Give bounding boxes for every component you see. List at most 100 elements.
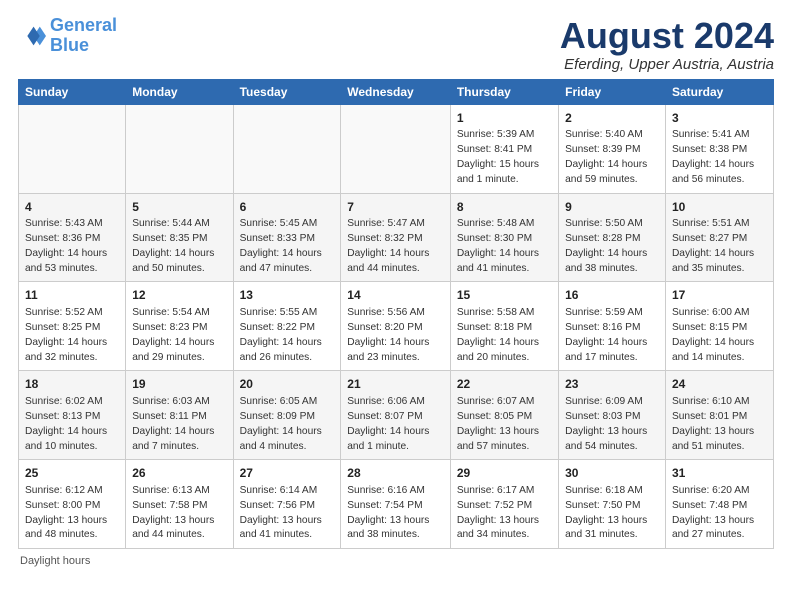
- day-number: 9: [565, 199, 659, 216]
- calendar-cell: 4Sunrise: 5:43 AM Sunset: 8:36 PM Daylig…: [19, 193, 126, 282]
- calendar-body: 1Sunrise: 5:39 AM Sunset: 8:41 PM Daylig…: [19, 104, 774, 549]
- calendar-cell: 24 Sunrise: 6:10 AM Sunset: 8:01 PM Dayli…: [665, 371, 773, 460]
- day-info: Sunrise: 6:05 AM Sunset: 8:09 PM Dayligh…: [240, 395, 335, 454]
- calendar-cell: 13 Sunrise: 5:55 AM Sunset: 8:22 PM Dayli…: [233, 282, 341, 371]
- day-info: Sunrise: 5:59 AM Sunset: 8:16 PM Dayligh…: [565, 306, 659, 365]
- day-info: Sunrise: 5:52 AM Sunset: 8:25 PM Dayligh…: [25, 306, 119, 365]
- page: General Blue August 2024 Eferding, Upper…: [0, 0, 792, 612]
- calendar-week-4: 25Sunrise: 6:12 AM Sunset: 8:00 PM Dayli…: [19, 460, 774, 549]
- calendar-cell: 3Sunrise: 5:41 AM Sunset: 8:38 PM Daylig…: [665, 104, 773, 193]
- day-info: Sunrise: 5:44 AM Sunset: 8:35 PM Dayligh…: [132, 217, 226, 276]
- calendar-cell: 29 Sunrise: 6:17 AM Sunset: 7:52 PM Dayli…: [450, 460, 558, 549]
- logo-blue: Blue: [50, 35, 89, 55]
- calendar-cell: 25Sunrise: 6:12 AM Sunset: 8:00 PM Dayli…: [19, 460, 126, 549]
- calendar-cell: 14 Sunrise: 5:56 AM Sunset: 8:20 PM Dayli…: [341, 282, 451, 371]
- day-info: Sunrise: 5:58 AM Sunset: 8:18 PM Dayligh…: [457, 306, 552, 365]
- day-number: 15: [457, 287, 552, 304]
- calendar-cell: 19Sunrise: 6:03 AM Sunset: 8:11 PM Dayli…: [126, 371, 233, 460]
- day-number: 2: [565, 110, 659, 127]
- day-number: 17: [672, 287, 767, 304]
- day-number: 27: [240, 465, 335, 482]
- calendar-week-1: 4Sunrise: 5:43 AM Sunset: 8:36 PM Daylig…: [19, 193, 774, 282]
- calendar-cell: 31Sunrise: 6:20 AM Sunset: 7:48 PM Dayli…: [665, 460, 773, 549]
- th-sunday: Sunday: [19, 79, 126, 104]
- day-info: Sunrise: 5:51 AM Sunset: 8:27 PM Dayligh…: [672, 217, 767, 276]
- day-info: Sunrise: 5:56 AM Sunset: 8:20 PM Dayligh…: [347, 306, 444, 365]
- day-info: Sunrise: 6:20 AM Sunset: 7:48 PM Dayligh…: [672, 484, 767, 543]
- calendar-cell: 6Sunrise: 5:45 AM Sunset: 8:33 PM Daylig…: [233, 193, 341, 282]
- day-number: 14: [347, 287, 444, 304]
- calendar-cell: 26Sunrise: 6:13 AM Sunset: 7:58 PM Dayli…: [126, 460, 233, 549]
- day-number: 18: [25, 376, 119, 393]
- day-number: 19: [132, 376, 226, 393]
- th-tuesday: Tuesday: [233, 79, 341, 104]
- day-number: 8: [457, 199, 552, 216]
- header: General Blue August 2024 Eferding, Upper…: [18, 16, 774, 73]
- calendar-cell: 5Sunrise: 5:44 AM Sunset: 8:35 PM Daylig…: [126, 193, 233, 282]
- calendar-cell: 12 Sunrise: 5:54 AM Sunset: 8:23 PM Dayli…: [126, 282, 233, 371]
- calendar-cell: 11 Sunrise: 5:52 AM Sunset: 8:25 PM Dayli…: [19, 282, 126, 371]
- day-number: 28: [347, 465, 444, 482]
- day-number: 30: [565, 465, 659, 482]
- calendar-cell: 8Sunrise: 5:48 AM Sunset: 8:30 PM Daylig…: [450, 193, 558, 282]
- day-info: Sunrise: 6:09 AM Sunset: 8:03 PM Dayligh…: [565, 395, 659, 454]
- logo-text: General Blue: [50, 16, 117, 56]
- day-number: 16: [565, 287, 659, 304]
- day-number: 21: [347, 376, 444, 393]
- day-number: 7: [347, 199, 444, 216]
- day-number: 26: [132, 465, 226, 482]
- day-number: 12: [132, 287, 226, 304]
- footer-note: Daylight hours: [18, 555, 774, 567]
- day-info: Sunrise: 6:12 AM Sunset: 8:00 PM Dayligh…: [25, 484, 119, 543]
- calendar-cell: 17Sunrise: 6:00 AM Sunset: 8:15 PM Dayli…: [665, 282, 773, 371]
- day-info: Sunrise: 5:45 AM Sunset: 8:33 PM Dayligh…: [240, 217, 335, 276]
- day-info: Sunrise: 6:06 AM Sunset: 8:07 PM Dayligh…: [347, 395, 444, 454]
- main-title: August 2024: [560, 16, 774, 56]
- calendar-cell: 23 Sunrise: 6:09 AM Sunset: 8:03 PM Dayli…: [559, 371, 666, 460]
- day-number: 24: [672, 376, 767, 393]
- day-info: Sunrise: 5:50 AM Sunset: 8:28 PM Dayligh…: [565, 217, 659, 276]
- day-number: 5: [132, 199, 226, 216]
- day-info: Sunrise: 6:10 AM Sunset: 8:01 PM Dayligh…: [672, 395, 767, 454]
- th-saturday: Saturday: [665, 79, 773, 104]
- th-thursday: Thursday: [450, 79, 558, 104]
- calendar-cell: 21 Sunrise: 6:06 AM Sunset: 8:07 PM Dayli…: [341, 371, 451, 460]
- calendar-cell: [19, 104, 126, 193]
- day-number: 11: [25, 287, 119, 304]
- day-number: 13: [240, 287, 335, 304]
- calendar-cell: [233, 104, 341, 193]
- day-info: Sunrise: 5:41 AM Sunset: 8:38 PM Dayligh…: [672, 128, 767, 187]
- day-info: Sunrise: 6:07 AM Sunset: 8:05 PM Dayligh…: [457, 395, 552, 454]
- calendar-cell: 10Sunrise: 5:51 AM Sunset: 8:27 PM Dayli…: [665, 193, 773, 282]
- day-number: 22: [457, 376, 552, 393]
- calendar-cell: 28 Sunrise: 6:16 AM Sunset: 7:54 PM Dayli…: [341, 460, 451, 549]
- calendar-cell: [126, 104, 233, 193]
- th-monday: Monday: [126, 79, 233, 104]
- day-number: 20: [240, 376, 335, 393]
- day-info: Sunrise: 5:54 AM Sunset: 8:23 PM Dayligh…: [132, 306, 226, 365]
- day-info: Sunrise: 5:55 AM Sunset: 8:22 PM Dayligh…: [240, 306, 335, 365]
- day-info: Sunrise: 5:43 AM Sunset: 8:36 PM Dayligh…: [25, 217, 119, 276]
- title-block: August 2024 Eferding, Upper Austria, Aus…: [560, 16, 774, 73]
- logo-general: General: [50, 15, 117, 35]
- day-info: Sunrise: 5:39 AM Sunset: 8:41 PM Dayligh…: [457, 128, 552, 187]
- day-number: 23: [565, 376, 659, 393]
- calendar-cell: 2Sunrise: 5:40 AM Sunset: 8:39 PM Daylig…: [559, 104, 666, 193]
- day-info: Sunrise: 5:47 AM Sunset: 8:32 PM Dayligh…: [347, 217, 444, 276]
- day-info: Sunrise: 6:16 AM Sunset: 7:54 PM Dayligh…: [347, 484, 444, 543]
- day-number: 29: [457, 465, 552, 482]
- day-number: 10: [672, 199, 767, 216]
- calendar-week-0: 1Sunrise: 5:39 AM Sunset: 8:41 PM Daylig…: [19, 104, 774, 193]
- calendar-table: Sunday Monday Tuesday Wednesday Thursday…: [18, 79, 774, 550]
- calendar-cell: 30Sunrise: 6:18 AM Sunset: 7:50 PM Dayli…: [559, 460, 666, 549]
- day-info: Sunrise: 6:14 AM Sunset: 7:56 PM Dayligh…: [240, 484, 335, 543]
- calendar-cell: 15 Sunrise: 5:58 AM Sunset: 8:18 PM Dayli…: [450, 282, 558, 371]
- calendar-cell: 27 Sunrise: 6:14 AM Sunset: 7:56 PM Dayli…: [233, 460, 341, 549]
- th-friday: Friday: [559, 79, 666, 104]
- calendar-cell: [341, 104, 451, 193]
- calendar-cell: 9Sunrise: 5:50 AM Sunset: 8:28 PM Daylig…: [559, 193, 666, 282]
- logo: General Blue: [18, 16, 117, 56]
- subtitle: Eferding, Upper Austria, Austria: [560, 56, 774, 73]
- day-info: Sunrise: 6:17 AM Sunset: 7:52 PM Dayligh…: [457, 484, 552, 543]
- logo-icon: [18, 22, 46, 50]
